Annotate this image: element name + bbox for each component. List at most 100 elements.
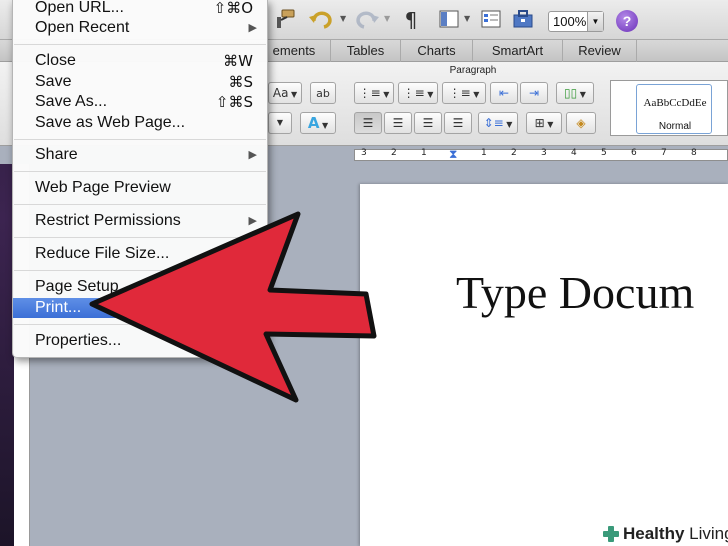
menu-separator (14, 237, 266, 238)
menu-item-label: Open Recent (35, 19, 130, 36)
ruler-number: 7 (661, 148, 667, 158)
zoom-value: 100% (553, 14, 587, 29)
borders-button[interactable]: ⊞ ▼ (526, 112, 562, 134)
menu-separator (14, 324, 266, 325)
menu-item-page-setup[interactable]: Page Setup... (13, 277, 267, 297)
ruler-number: 6 (631, 148, 637, 158)
menu-separator (14, 270, 266, 271)
align-center-button[interactable]: ☰ (384, 112, 412, 134)
zoom-select[interactable]: 100% ▼ (548, 11, 604, 32)
style-sample-text: AaBbCcDdEe (643, 97, 707, 109)
menu-item-save-as-web-page[interactable]: Save as Web Page... (13, 113, 267, 133)
menu-item-restrict-permissions[interactable]: Restrict Permissions ▶ (13, 211, 267, 231)
submenu-arrow-icon: ▶ (248, 214, 257, 227)
redo-icon[interactable] (354, 8, 380, 32)
increase-indent-button[interactable]: ⇥ (520, 82, 548, 104)
menu-shortcut: ⇧⌘S (215, 93, 253, 111)
ruler-number: 3 (361, 148, 367, 158)
submenu-arrow-icon: ▶ (248, 148, 257, 161)
file-menu: Open URL... ⇧⌘O Open Recent ▶ Close ⌘W S… (12, 0, 268, 358)
tab-smartart[interactable]: SmartArt (472, 40, 562, 62)
pilcrow-icon[interactable]: ¶ (398, 8, 424, 32)
tab-review[interactable]: Review (562, 40, 636, 62)
columns-button[interactable]: ▯▯ ▼ (556, 82, 594, 104)
menu-item-label: Save (35, 73, 72, 90)
menu-item-share[interactable]: Share ▶ (13, 145, 267, 165)
menu-shortcut: ⌘W (223, 52, 253, 70)
menu-item-reduce-file-size[interactable]: Reduce File Size... (13, 244, 267, 264)
ruler-number: 4 (571, 148, 577, 158)
columns-icon: ▯▯ (564, 86, 578, 100)
help-icon[interactable]: ? (616, 10, 638, 32)
indent-marker-icon[interactable]: ⧗ (449, 147, 457, 162)
text-effects-button[interactable]: A ▼ (300, 112, 336, 134)
tab-tables[interactable]: Tables (330, 40, 400, 62)
menu-item-open-recent[interactable]: Open Recent ▶ (13, 18, 267, 38)
tab-charts[interactable]: Charts (400, 40, 472, 62)
toolbox-icon[interactable] (510, 8, 536, 32)
shading-button[interactable]: ◈ (566, 112, 596, 134)
format-painter-icon[interactable] (272, 8, 298, 32)
ruler-bar[interactable]: 3 2 1 ⧗ 1 2 3 4 5 6 7 8 (354, 147, 728, 162)
menu-item-label: Print... (35, 299, 82, 316)
menu-item-web-page-preview[interactable]: Web Page Preview (13, 178, 267, 198)
menu-shortcut: ⇧⌘O (213, 0, 253, 17)
undo-dropdown-icon[interactable]: ▼ (340, 14, 346, 23)
sidebar-dropdown-icon[interactable]: ▼ (464, 14, 470, 23)
menu-item-properties[interactable]: Properties... (13, 331, 267, 351)
gallery-icon[interactable] (478, 8, 504, 32)
bullet-list-icon: ⋮≡ (358, 86, 381, 100)
decrease-indent-button[interactable]: ⇤ (490, 82, 518, 104)
align-left-button[interactable]: ☰ (354, 112, 382, 134)
menu-item-label: Share (35, 146, 78, 163)
shading-icon: ◈ (576, 116, 586, 130)
document-page[interactable]: Type Docum (360, 184, 728, 546)
change-case-button[interactable]: Aa ▼ (268, 82, 302, 104)
justify-button[interactable]: ☰ (444, 112, 472, 134)
paragraph-group-label: Paragraph (449, 65, 497, 76)
menu-item-open-url[interactable]: Open URL... ⇧⌘O (13, 0, 267, 18)
numbering-button[interactable]: ⋮≡ ▼ (398, 82, 438, 104)
bullets-button[interactable]: ⋮≡ ▼ (354, 82, 394, 104)
decrease-indent-icon: ⇤ (498, 86, 510, 100)
spelling-button[interactable]: ab (310, 82, 336, 104)
style-name-label: Normal (658, 121, 692, 132)
menu-item-label: Restrict Permissions (35, 212, 181, 229)
menu-item-close[interactable]: Close ⌘W (13, 51, 267, 71)
ruler-number: 1 (421, 148, 427, 158)
spelling-label: ab (316, 87, 330, 100)
menu-item-print[interactable]: Print... ⌘P (13, 298, 267, 318)
tab-document-elements[interactable]: ements (258, 40, 330, 62)
ruler-number: 1 (481, 148, 487, 158)
line-spacing-button[interactable]: ⇕≡ ▼ (478, 112, 518, 134)
change-case-label: Aa (272, 86, 289, 100)
ruler-number: 8 (691, 148, 697, 158)
document-title-text[interactable]: Type Docum (456, 266, 694, 319)
ruler-number: 2 (511, 148, 517, 158)
redo-dropdown-icon[interactable]: ▼ (384, 14, 390, 23)
borders-icon: ⊞ (534, 116, 545, 130)
menu-separator (14, 171, 266, 172)
menu-item-label: Close (35, 52, 76, 69)
menu-item-label: Properties... (35, 332, 122, 349)
plus-icon (603, 526, 619, 542)
tab-empty (636, 40, 728, 62)
menu-shortcut: ⌘S (228, 73, 253, 91)
submenu-arrow-icon: ▶ (248, 21, 257, 34)
multilevel-list-button[interactable]: ⋮≡ ▼ (442, 82, 486, 104)
menu-item-save[interactable]: Save ⌘S (13, 72, 267, 92)
watermark-rest: Living (689, 524, 728, 543)
align-right-button[interactable]: ☰ (414, 112, 442, 134)
menu-item-label: Web Page Preview (35, 179, 171, 196)
chevron-down-icon[interactable]: ▼ (587, 12, 603, 31)
sidebar-icon[interactable] (436, 8, 462, 32)
justify-icon: ☰ (452, 116, 464, 130)
multilevel-list-icon: ⋮≡ (448, 86, 471, 100)
style-normal-swatch[interactable]: AaBbCcDdEe Normal (636, 84, 712, 134)
menu-item-save-as[interactable]: Save As... ⇧⌘S (13, 92, 267, 112)
ruler-number: 3 (541, 148, 547, 158)
highlight-dropdown[interactable]: ▼ (268, 112, 292, 134)
menu-item-label: Save as Web Page... (35, 114, 186, 131)
undo-icon[interactable] (308, 8, 334, 32)
menu-item-label: Open URL... (35, 0, 124, 16)
